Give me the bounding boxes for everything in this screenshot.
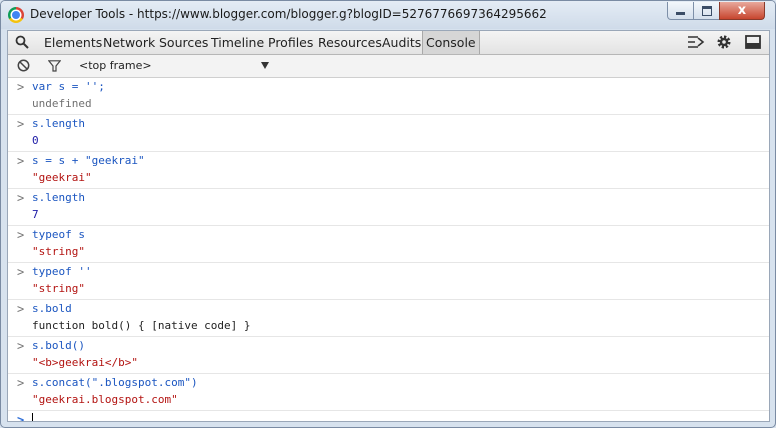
- console-entry: > s.bold function bold() { [native code] }: [8, 300, 769, 337]
- prompt-chevron-icon: >: [17, 154, 25, 168]
- prompt-chevron-icon: >: [17, 265, 25, 279]
- console-command-line[interactable]: > s.length: [8, 116, 769, 133]
- console-command[interactable]: typeof s: [32, 228, 85, 241]
- console-command-line[interactable]: > s.concat(".blogspot.com"): [8, 375, 769, 392]
- console-result-line: "string": [8, 244, 769, 261]
- console-result-line: "<b>geekrai</b>": [8, 355, 769, 372]
- minimize-button[interactable]: [667, 2, 694, 20]
- console-entry: > s.concat(".blogspot.com") "geekrai.blogs…: [8, 374, 769, 411]
- console-command-line[interactable]: > s.bold: [8, 301, 769, 318]
- tab-network[interactable]: Network: [102, 31, 156, 54]
- devtools-toolbar: Elements Network Sources Timeline Profil…: [8, 31, 769, 55]
- console-result: "geekrai": [32, 170, 92, 184]
- tab-console[interactable]: Console: [422, 31, 480, 54]
- console-command[interactable]: s.bold(): [32, 339, 85, 352]
- gear-icon[interactable]: [715, 34, 733, 50]
- text-caret: [32, 413, 33, 421]
- console-entries: > var s = ''; undefined > s.length 0 > s = s + …: [8, 78, 769, 411]
- devtools-window: Developer Tools - https://www.blogger.co…: [0, 0, 776, 428]
- console-result-line: "geekrai.blogspot.com": [8, 392, 769, 409]
- maximize-button[interactable]: [693, 2, 720, 20]
- prompt-chevron-icon: >: [17, 228, 25, 242]
- console-command[interactable]: var s = '';: [32, 80, 105, 93]
- dock-icon[interactable]: [744, 34, 762, 50]
- prompt-chevron-icon: >: [17, 339, 25, 353]
- tab-sources[interactable]: Sources: [158, 31, 209, 54]
- prompt-chevron-icon: >: [17, 191, 25, 205]
- console-result: "geekrai.blogspot.com": [32, 392, 178, 406]
- tab-elements[interactable]: Elements: [43, 31, 103, 54]
- console-result-line: function bold() { [native code] }: [8, 318, 769, 335]
- console-command-line[interactable]: > s = s + "geekrai": [8, 153, 769, 170]
- console-command[interactable]: typeof '': [32, 265, 92, 278]
- filter-icon[interactable]: [48, 60, 61, 72]
- console-entry: > s.bold() "<b>geekrai</b>": [8, 337, 769, 374]
- console-result: "<b>geekrai</b>": [32, 355, 138, 369]
- tab-timeline[interactable]: Timeline: [210, 31, 265, 54]
- console-command-line[interactable]: > typeof s: [8, 227, 769, 244]
- console-command-line[interactable]: > s.length: [8, 190, 769, 207]
- console-result: 7: [32, 207, 39, 221]
- console-result: "string": [32, 281, 85, 295]
- console-result-line: undefined: [8, 96, 769, 113]
- console-command-line[interactable]: > typeof '': [8, 264, 769, 281]
- console-result: 0: [32, 133, 39, 147]
- console-command[interactable]: s.length: [32, 117, 85, 130]
- console-filter-bar: <top frame>: [8, 55, 769, 78]
- console-result-line: 0: [8, 133, 769, 150]
- drawer-toggle-icon[interactable]: [687, 34, 705, 50]
- frame-selector[interactable]: <top frame>: [79, 59, 152, 72]
- console-entry: > typeof '' "string": [8, 263, 769, 300]
- close-button[interactable]: x: [719, 2, 765, 20]
- console-result: "string": [32, 244, 85, 258]
- console-command[interactable]: s = s + "geekrai": [32, 154, 145, 167]
- console-command-line[interactable]: > s.bold(): [8, 338, 769, 355]
- console-command[interactable]: s.concat(".blogspot.com"): [32, 376, 198, 389]
- console-entry: > var s = ''; undefined: [8, 78, 769, 115]
- tab-audits[interactable]: Audits: [381, 31, 422, 54]
- chrome-icon: [8, 7, 24, 23]
- console-result: undefined: [32, 96, 92, 110]
- clear-console-icon[interactable]: [17, 59, 30, 72]
- console-input[interactable]: >: [8, 411, 769, 422]
- console-entry: > typeof s "string": [8, 226, 769, 263]
- close-icon: x: [737, 3, 747, 18]
- console-result-line: "geekrai": [8, 170, 769, 187]
- prompt-chevron-icon: >: [17, 80, 25, 94]
- window-title: Developer Tools - https://www.blogger.co…: [30, 7, 547, 21]
- console-result-line: "string": [8, 281, 769, 298]
- console-command[interactable]: s.bold: [32, 302, 72, 315]
- console-command[interactable]: s.length: [32, 191, 85, 204]
- console-result: function bold() { [native code] }: [32, 318, 251, 332]
- prompt-chevron-icon: >: [17, 413, 25, 422]
- console-entry: > s.length 7: [8, 189, 769, 226]
- chevron-down-icon[interactable]: [261, 62, 269, 69]
- prompt-chevron-icon: >: [17, 302, 25, 316]
- search-icon[interactable]: [15, 35, 29, 49]
- prompt-chevron-icon: >: [17, 117, 25, 131]
- console-output: > var s = ''; undefined > s.length 0 > s = s + …: [8, 78, 769, 421]
- console-result-line: 7: [8, 207, 769, 224]
- tab-resources[interactable]: Resources: [317, 31, 383, 54]
- tab-profiles[interactable]: Profiles: [267, 31, 314, 54]
- prompt-chevron-icon: >: [17, 376, 25, 390]
- console-entry: > s = s + "geekrai" "geekrai": [8, 152, 769, 189]
- title-bar: Developer Tools - https://www.blogger.co…: [1, 1, 775, 29]
- devtools-panel: Elements Network Sources Timeline Profil…: [7, 30, 770, 422]
- console-command-line[interactable]: > var s = '';: [8, 79, 769, 96]
- console-entry: > s.length 0: [8, 115, 769, 152]
